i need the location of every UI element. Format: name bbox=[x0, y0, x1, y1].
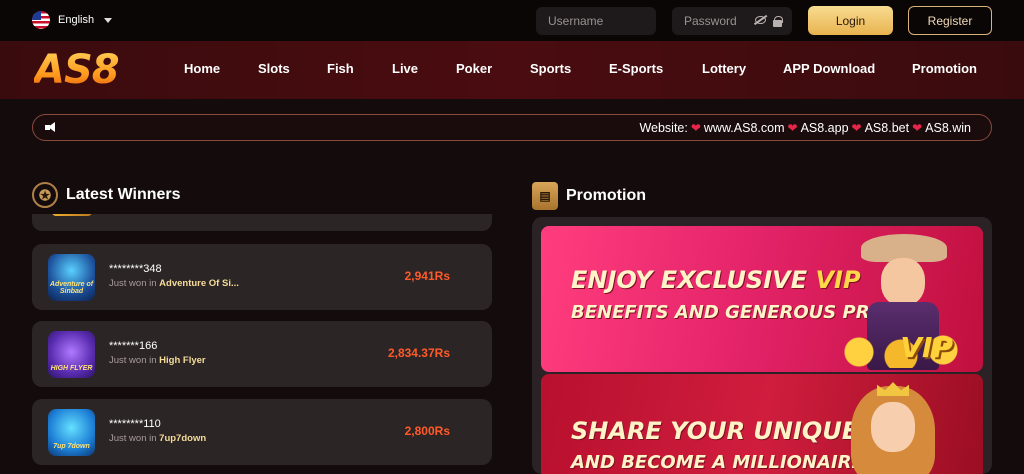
ticker-site: AS8.win bbox=[925, 121, 971, 135]
ticker-prefix: Website: bbox=[639, 121, 688, 135]
game-name: 7up7down bbox=[159, 433, 207, 444]
banner-headline-a: ENJOY EXCLUSIVE bbox=[571, 266, 816, 294]
top-bar: English Username Password Login Register bbox=[0, 0, 1024, 41]
nav-app-download[interactable]: APP Download bbox=[783, 61, 875, 76]
won-prefix: Just won in bbox=[109, 355, 157, 366]
nav-home[interactable]: Home bbox=[184, 61, 220, 76]
list-item[interactable]: 7up 7down ********110 Just won in 7up7do… bbox=[32, 399, 492, 465]
nav-lottery[interactable]: Lottery bbox=[702, 61, 746, 76]
nav-slots[interactable]: Slots bbox=[258, 61, 290, 76]
winners-list: Adventure of Sinbad ********348 Just won… bbox=[32, 214, 492, 474]
promotion-panel: ENJOY EXCLUSIVE VIP BENEFITS AND GENEROU… bbox=[532, 217, 992, 474]
winner-username: *******166 bbox=[109, 340, 158, 352]
language-label: English bbox=[58, 14, 95, 26]
chevron-down-icon bbox=[104, 17, 113, 23]
win-amount: 2,800Rs bbox=[404, 424, 450, 438]
vip-promo-banner[interactable]: ENJOY EXCLUSIVE VIP BENEFITS AND GENEROU… bbox=[541, 226, 983, 372]
language-selector[interactable]: English bbox=[32, 11, 113, 29]
winner-game-line: Just won in 7up7down bbox=[109, 433, 206, 444]
coins-icon bbox=[52, 214, 92, 216]
us-flag-icon bbox=[32, 11, 50, 29]
thumbnail-text: HIGH FLYER bbox=[50, 365, 93, 372]
game-thumbnail[interactable]: Adventure of Sinbad bbox=[48, 254, 95, 301]
announcement-marquee: Website: ❤ www.AS8.com ❤ AS8.app ❤ AS8.b… bbox=[32, 114, 992, 141]
game-thumbnail[interactable]: 7up 7down bbox=[48, 409, 95, 456]
list-item bbox=[32, 214, 492, 231]
main-nav: AS8 Home Slots Fish Live Poker Sports E-… bbox=[0, 41, 1024, 99]
eye-off-icon[interactable] bbox=[755, 16, 766, 24]
as8-logo[interactable]: AS8 bbox=[34, 47, 120, 93]
thumbnail-text: 7up 7down bbox=[53, 443, 90, 450]
nav-promotion[interactable]: Promotion bbox=[912, 61, 977, 76]
nav-poker[interactable]: Poker bbox=[456, 61, 492, 76]
won-prefix: Just won in bbox=[109, 278, 157, 289]
nav-esports[interactable]: E-Sports bbox=[609, 61, 663, 76]
promotion-ticket-icon: ▤ bbox=[532, 182, 558, 210]
register-button[interactable]: Register bbox=[908, 6, 992, 35]
win-amount: 2,834.37Rs bbox=[387, 346, 450, 360]
princess-illustration bbox=[843, 380, 943, 474]
referral-promo-banner[interactable]: SHARE YOUR UNIQUE LINK AND BECOME A MILL… bbox=[541, 374, 983, 474]
list-item[interactable]: HIGH FLYER *******166 Just won in High F… bbox=[32, 321, 492, 387]
game-name: Adventure Of Si... bbox=[159, 278, 239, 289]
game-name: High Flyer bbox=[159, 355, 206, 366]
lock-icon bbox=[773, 16, 783, 27]
nav-sports[interactable]: Sports bbox=[530, 61, 571, 76]
login-button[interactable]: Login bbox=[808, 6, 893, 35]
megaphone-icon bbox=[45, 122, 59, 133]
ticker-site: AS8.app bbox=[800, 121, 849, 135]
winner-username: ********110 bbox=[109, 418, 161, 430]
banner-subline: AND BECOME A MILLIONAIRE! bbox=[571, 452, 873, 473]
banner-headline: ENJOY EXCLUSIVE VIP bbox=[571, 266, 861, 294]
ticker-site: AS8.bet bbox=[864, 121, 910, 135]
won-prefix: Just won in bbox=[109, 433, 157, 444]
latest-winners-heading: ★ Latest Winners bbox=[32, 182, 181, 208]
heart-icon: ❤ bbox=[851, 121, 862, 135]
latest-winners-title: Latest Winners bbox=[66, 186, 181, 203]
password-input[interactable]: Password bbox=[672, 7, 792, 35]
heart-icon: ❤ bbox=[787, 121, 798, 135]
heart-icon: ❤ bbox=[912, 121, 923, 135]
nav-live[interactable]: Live bbox=[392, 61, 418, 76]
list-item[interactable]: Adventure of Sinbad ********348 Just won… bbox=[32, 244, 492, 310]
laurel-star-icon: ★ bbox=[32, 182, 58, 208]
win-amount: 2,941Rs bbox=[404, 269, 450, 283]
promotion-heading: ▤ Promotion bbox=[532, 182, 646, 210]
heart-icon: ❤ bbox=[690, 121, 701, 135]
password-placeholder: Password bbox=[684, 14, 737, 28]
ticker-site: www.AS8.com bbox=[703, 121, 785, 135]
vip-badge: VIP bbox=[900, 331, 953, 364]
website-ticker: Website: ❤ www.AS8.com ❤ AS8.app ❤ AS8.b… bbox=[639, 121, 971, 135]
game-thumbnail[interactable]: HIGH FLYER bbox=[48, 331, 95, 378]
promotion-title: Promotion bbox=[566, 187, 646, 204]
thumbnail-text: Adventure of Sinbad bbox=[49, 281, 94, 295]
nav-fish[interactable]: Fish bbox=[327, 61, 354, 76]
username-input[interactable]: Username bbox=[536, 7, 656, 35]
winner-game-line: Just won in High Flyer bbox=[109, 355, 206, 366]
winner-username: ********348 bbox=[109, 263, 162, 275]
winner-game-line: Just won in Adventure Of Si... bbox=[109, 278, 239, 289]
